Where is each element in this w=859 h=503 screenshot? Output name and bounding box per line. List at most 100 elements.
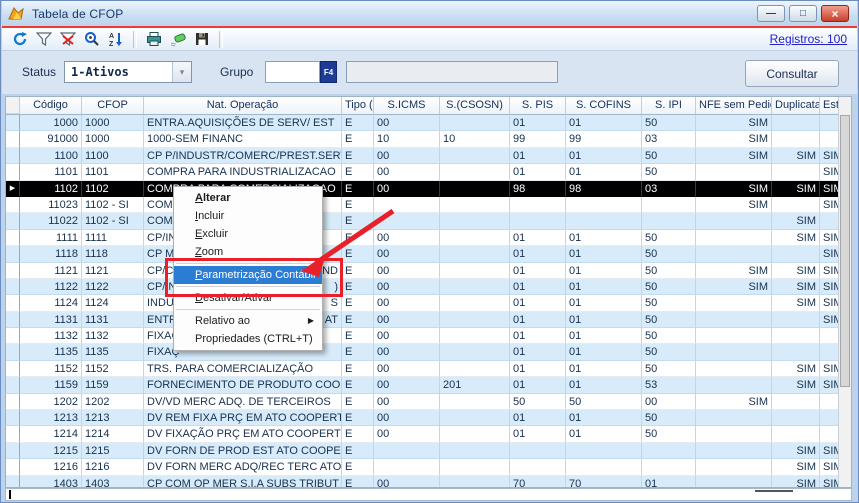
table-row[interactable]: 11181118CP ME00010150SIM	[6, 246, 840, 262]
cell: 01	[510, 164, 566, 180]
minimize-button[interactable]: —	[757, 5, 785, 22]
menu-item[interactable]: Parametrização Contábil	[174, 266, 322, 284]
row-selector[interactable]	[6, 246, 20, 262]
menu-item[interactable]: Propriedades (CTRL+T)	[174, 330, 322, 348]
table-row[interactable]: 11011101COMPRA PARA INDUSTRIALIZACAOE000…	[6, 164, 840, 180]
grupo-input[interactable]	[265, 61, 320, 83]
row-selector[interactable]	[6, 394, 20, 410]
row-selector[interactable]	[6, 459, 20, 475]
table-row[interactable]: ▶11021102COMPRA PARA COMERCIALIZACAOE009…	[6, 181, 840, 197]
table-row[interactable]: 11111111CP/INE00010150SIMSIM	[6, 230, 840, 246]
column-header[interactable]: S. COFINS	[566, 97, 642, 114]
table-row[interactable]: 12131213DV REM FIXA PRÇ EM ATO COOPERTE0…	[6, 410, 840, 426]
column-header[interactable]: NFE sem Pedido	[696, 97, 772, 114]
menu-item[interactable]: Zoom	[174, 243, 322, 261]
row-selector[interactable]	[6, 279, 20, 295]
column-header[interactable]: CFOP	[82, 97, 144, 114]
cell	[696, 476, 772, 488]
quick-search-strip[interactable]	[5, 488, 852, 501]
column-header[interactable]: Código	[20, 97, 82, 114]
zoom-button[interactable]	[81, 30, 103, 49]
row-selector[interactable]	[6, 295, 20, 311]
row-selector[interactable]	[6, 197, 20, 213]
row-selector[interactable]	[6, 377, 20, 393]
column-header[interactable]: S.(CSOSN)	[440, 97, 510, 114]
f4-lookup-button[interactable]: F4	[320, 61, 337, 83]
cell	[772, 131, 820, 147]
column-header[interactable]: S. IPI	[642, 97, 696, 114]
save-button[interactable]	[191, 30, 213, 49]
column-header[interactable]: Tipo (E/S)	[342, 97, 374, 114]
cell	[440, 230, 510, 246]
row-selector[interactable]	[6, 148, 20, 164]
row-selector[interactable]	[6, 230, 20, 246]
scrollbar-thumb[interactable]	[840, 115, 850, 387]
erase-button[interactable]	[167, 30, 189, 49]
cell: 1101	[20, 164, 82, 180]
table-row[interactable]: 11241124INDUSE00010150SIMSIM	[6, 295, 840, 311]
close-button[interactable]: ×	[821, 5, 849, 22]
row-selector[interactable]	[6, 344, 20, 360]
row-selector[interactable]	[6, 263, 20, 279]
row-selector[interactable]	[6, 115, 20, 131]
table-row[interactable]: 11521152TRS. PARA COMERCIALIZAÇÃOE000101…	[6, 361, 840, 377]
row-selector[interactable]	[6, 443, 20, 459]
table-row[interactable]: 12151215DV FORN DE PROD EST ATO COOPERES…	[6, 443, 840, 459]
clear-filter-button[interactable]	[57, 30, 79, 49]
refresh-button[interactable]	[9, 30, 31, 49]
toolbar-separator	[219, 31, 223, 48]
table-row[interactable]: 11211121CP/CNDE00010150SIMSIMSIM	[6, 263, 840, 279]
column-header[interactable]: S. PIS	[510, 97, 566, 114]
table-row[interactable]: 12141214DV FIXAÇÃO PRÇ EM ATO COOPERTE00…	[6, 426, 840, 442]
table-row[interactable]: 11351135FIXAÇE00010150	[6, 344, 840, 360]
column-header[interactable]: Estoque	[820, 97, 840, 114]
print-button[interactable]	[143, 30, 165, 49]
table-row[interactable]: 9100010001000-SEM FINANCE1010999903SIM	[6, 131, 840, 147]
row-selector[interactable]	[6, 213, 20, 229]
cell: 01	[566, 164, 642, 180]
table-row[interactable]: 11221122CP/IN)E00010150SIMSIMSIM	[6, 279, 840, 295]
consultar-button[interactable]: Consultar	[745, 60, 839, 87]
cell: SIM	[772, 361, 820, 377]
row-selector[interactable]	[6, 328, 20, 344]
table-row[interactable]: 11001100CP P/INDUSTR/COMERC/PREST.SERVE0…	[6, 148, 840, 164]
table-row[interactable]: 11321132FIXAÇE00010150	[6, 328, 840, 344]
filter-button[interactable]	[33, 30, 55, 49]
row-selector[interactable]	[6, 476, 20, 488]
cell	[440, 459, 510, 475]
menu-item[interactable]: Relativo ao▶	[174, 312, 322, 330]
menu-item[interactable]: Alterar	[174, 189, 322, 207]
row-selector[interactable]	[6, 361, 20, 377]
chevron-down-icon[interactable]: ▾	[172, 62, 191, 82]
column-header[interactable]: Duplicata	[772, 97, 820, 114]
table-row[interactable]: 11311131ENTRATE00010150SIM	[6, 312, 840, 328]
titlebar: Tabela de CFOP — □ ×	[2, 1, 857, 26]
cell: SIM	[772, 213, 820, 229]
vertical-scrollbar[interactable]	[838, 97, 851, 487]
svg-text:A: A	[109, 33, 114, 40]
table-row[interactable]: 14031403CP COM OP MER S.I.A SUBS TRIBUTE…	[6, 476, 840, 488]
table-row[interactable]: 10001000ENTRA.AQUISIÇÕES DE SERV/ ESTE00…	[6, 115, 840, 131]
column-header[interactable]: Nat. Operação	[144, 97, 342, 114]
cell: 1403	[82, 476, 144, 488]
column-header[interactable]: S.ICMS	[374, 97, 440, 114]
menu-item[interactable]: Desativar/Ativar	[174, 289, 322, 307]
row-selector[interactable]	[6, 164, 20, 180]
sort-button[interactable]: A Z	[105, 30, 127, 49]
status-combobox[interactable]: 1-Ativos ▾	[64, 61, 192, 83]
menu-item[interactable]: Incluir	[174, 207, 322, 225]
row-selector[interactable]	[6, 131, 20, 147]
maximize-button[interactable]: □	[789, 5, 817, 22]
registros-link[interactable]: Registros: 100	[770, 32, 857, 46]
table-row[interactable]: 12161216DV FORN MERC ADQ/REC TERC ATOESI…	[6, 459, 840, 475]
cell: 11023	[20, 197, 82, 213]
row-selector[interactable]	[6, 410, 20, 426]
table-row[interactable]: 11591159FORNECIMENTO DE PRODUTO COOPERE0…	[6, 377, 840, 393]
row-selector[interactable]	[6, 426, 20, 442]
table-row[interactable]: 12021202DV/VD MERC ADQ. DE TERCEIROSE005…	[6, 394, 840, 410]
menu-item[interactable]: Excluir	[174, 225, 322, 243]
table-row[interactable]: 110221102 - SICOMIESIM	[6, 213, 840, 229]
table-row[interactable]: 110231102 - SICOMIESIMSIM	[6, 197, 840, 213]
row-selector[interactable]	[6, 312, 20, 328]
selected-row-marker[interactable]: ▶	[6, 181, 20, 197]
